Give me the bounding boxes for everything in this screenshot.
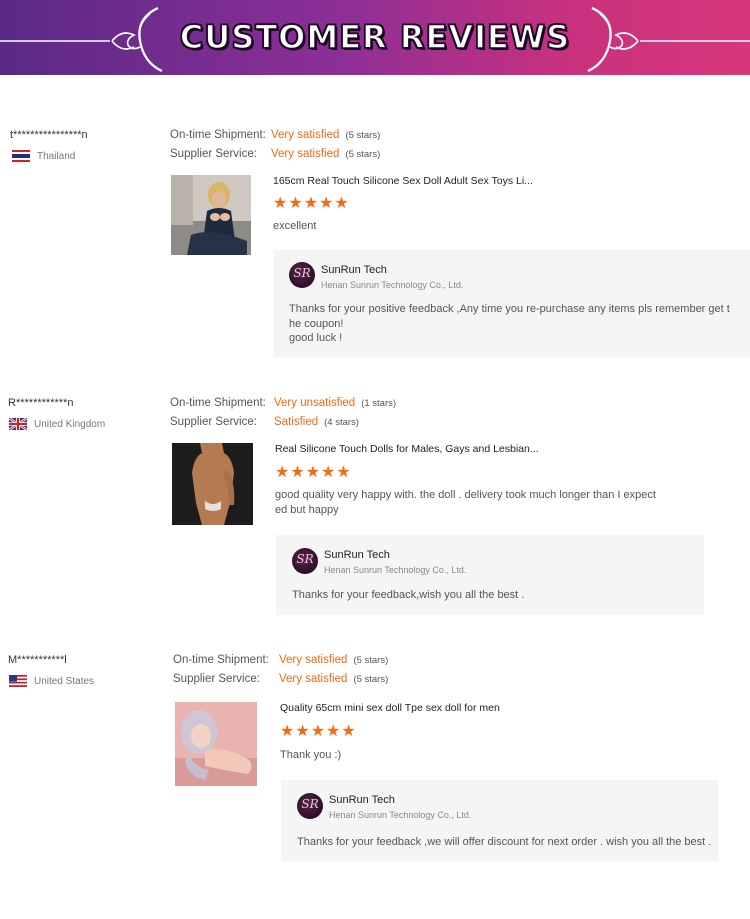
service-label: Supplier Service: — [170, 416, 257, 428]
seller-reply: SR SunRun Tech Henan Sunrun Technology C… — [276, 535, 704, 615]
service-rating: Supplier Service: Very satisfied (5 stars) — [173, 670, 388, 689]
review-item: M***********l United States On-time Ship… — [0, 651, 750, 881]
shipment-value: Very satisfied — [279, 654, 348, 666]
country-name: United Kingdom — [34, 418, 106, 430]
shipment-label: On-time Shipment: — [170, 129, 266, 141]
seller-company: Henan Sunrun Technology Co., Ltd. — [329, 810, 472, 820]
shipment-label: On-time Shipment: — [173, 654, 269, 666]
seller-company: Henan Sunrun Technology Co., Ltd. — [324, 565, 467, 575]
review-item: R************n United Kingdom On-time Sh… — [0, 394, 750, 624]
product-title-link[interactable]: 165cm Real Touch Silicone Sex Doll Adult… — [273, 175, 533, 187]
shipment-stars: (5 stars) — [353, 655, 389, 666]
service-stars: (5 stars) — [353, 674, 389, 685]
review-comment: Thank you :) — [280, 749, 342, 761]
seller-logo-icon: SR — [297, 793, 323, 819]
buyer-name: M***********l — [8, 654, 67, 666]
seller-name: SunRun Tech — [324, 549, 390, 561]
seller-reply: SR SunRun Tech Henan Sunrun Technology C… — [281, 780, 718, 861]
rating-summary: On-time Shipment: Very satisfied (5 stars)… — [170, 126, 380, 164]
seller-name: SunRun Tech — [321, 264, 387, 276]
thailand-flag-icon — [12, 150, 30, 162]
review-item: t****************n Thailand On-time Ship… — [0, 126, 750, 366]
service-stars: (4 stars) — [324, 417, 359, 428]
country-name: Thailand — [37, 150, 76, 162]
star-rating: ★★★★★ — [275, 464, 352, 481]
shipment-label: On-time Shipment: — [170, 397, 266, 409]
service-label: Supplier Service: — [173, 673, 260, 685]
product-image[interactable] — [175, 702, 257, 786]
reply-text: Thanks for your positive feedback ,Any t… — [289, 303, 730, 344]
us-flag-icon — [9, 675, 27, 687]
shipment-rating: On-time Shipment: Very unsatisfied (1 star… — [170, 394, 396, 413]
shipment-rating: On-time Shipment: Very satisfied (5 stars) — [173, 651, 388, 670]
service-label: Supplier Service: — [170, 148, 257, 160]
rating-summary: On-time Shipment: Very unsatisfied (1 star… — [170, 394, 396, 432]
seller-logo-icon: SR — [292, 548, 318, 574]
buyer-country: Thailand — [12, 150, 75, 162]
header-banner: CUSTOMER REVIEWS — [0, 0, 750, 75]
country-name: United States — [34, 675, 95, 687]
product-title-link[interactable]: Quality 65cm mini sex doll Tpe sex doll … — [280, 702, 500, 714]
reply-text: Thanks for your feedback ,we will offer … — [297, 836, 712, 848]
rating-summary: On-time Shipment: Very satisfied (5 stars)… — [173, 651, 388, 689]
shipment-value: Very unsatisfied — [274, 397, 356, 409]
buyer-name: t****************n — [10, 129, 88, 141]
service-rating: Supplier Service: Satisfied (4 stars) — [170, 413, 396, 432]
shipment-stars: (5 stars) — [345, 130, 381, 141]
seller-name: SunRun Tech — [329, 794, 395, 806]
shipment-value: Very satisfied — [271, 129, 340, 141]
reply-text: Thanks for your feedback,wish you all th… — [292, 589, 525, 601]
service-rating: Supplier Service: Very satisfied (5 stars) — [170, 145, 380, 164]
buyer-country: United States — [9, 675, 94, 687]
buyer-country: United Kingdom — [9, 418, 105, 430]
page-title: CUSTOMER REVIEWS — [179, 17, 571, 57]
seller-logo-icon: SR — [289, 262, 315, 288]
shipment-stars: (1 stars) — [361, 398, 397, 409]
uk-flag-icon — [9, 418, 27, 430]
service-value: Satisfied — [274, 416, 319, 428]
buyer-name: R************n — [8, 397, 74, 409]
seller-reply: SR SunRun Tech Henan Sunrun Technology C… — [274, 250, 750, 357]
review-comment: good quality very happy with. the doll .… — [275, 489, 656, 516]
shipment-rating: On-time Shipment: Very satisfied (5 stars) — [170, 126, 380, 145]
review-comment: excellent — [273, 220, 317, 232]
star-rating: ★★★★★ — [280, 723, 357, 740]
product-image[interactable] — [172, 443, 253, 525]
service-value: Very satisfied — [279, 673, 348, 685]
service-value: Very satisfied — [271, 148, 340, 160]
seller-company: Henan Sunrun Technology Co., Ltd. — [321, 280, 464, 290]
product-title-link[interactable]: Real Silicone Touch Dolls for Males, Gay… — [275, 443, 539, 455]
product-image[interactable] — [171, 175, 251, 255]
star-rating: ★★★★★ — [273, 195, 350, 212]
service-stars: (5 stars) — [345, 149, 381, 160]
